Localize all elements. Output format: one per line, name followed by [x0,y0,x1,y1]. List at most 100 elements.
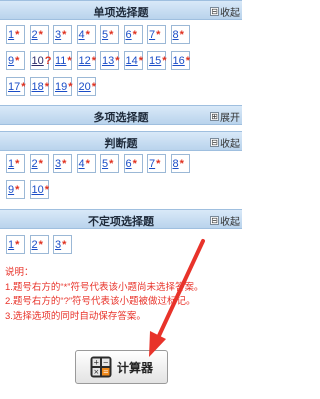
question-status-mark: * [156,28,161,41]
question-number: 2 [31,28,38,41]
question-number: 1 [8,28,15,41]
question-status-mark: * [44,183,50,196]
question-number-button[interactable]: 19 * [53,77,73,96]
section-header-single-choice: 单项选择题 ⊟ 收起 [0,0,242,20]
question-status-mark: * [44,80,50,93]
question-number-button[interactable]: 2 * [29,154,49,173]
question-number-button[interactable]: 4 * [76,25,96,44]
question-number-button[interactable]: 1 * [6,154,25,173]
question-number: 10 [31,183,44,196]
calculator-label: 计算器 [116,360,153,375]
toggle-label: 收起 [220,139,240,150]
question-number: 10 [31,54,44,67]
question-status-mark: * [185,54,191,67]
question-number: 17 [8,80,21,93]
question-status-mark: * [132,157,137,170]
question-number: 13 [102,54,115,67]
svg-text:+: + [93,359,99,367]
question-number-button[interactable]: 6 * [123,154,143,173]
question-number-button[interactable]: 15 * [147,51,167,70]
question-status-mark: * [179,157,184,170]
question-number-button[interactable]: 11 * [53,51,72,70]
question-number-button[interactable]: 7 * [147,25,166,44]
question-number-button[interactable]: 3 * [53,154,72,173]
question-number: 4 [78,28,85,41]
question-number: 1 [8,157,15,170]
expand-icon: ⊞ [210,112,219,121]
question-number: 9 [8,54,15,67]
question-number-button[interactable]: 16 * [170,51,191,70]
question-number-button[interactable]: 8 * [170,154,190,173]
question-number-button[interactable]: 3 * [53,235,72,254]
question-number: 19 [55,80,68,93]
question-status-mark: * [132,28,137,41]
notes-line-2: 2.题号右方的“?”符号代表该小题被做过标记。 [5,296,196,307]
question-number-button[interactable]: 10? [29,51,51,70]
question-status-mark: * [15,238,20,251]
question-number-button[interactable]: 1 * [6,235,25,254]
question-number: 8 [172,157,179,170]
question-number: 2 [31,157,38,170]
question-number: 5 [102,28,109,41]
question-status-mark: * [68,80,73,93]
question-number-button[interactable]: 1 * [6,25,25,44]
question-number-button[interactable]: 5 * [100,154,119,173]
svg-text:−: − [103,359,109,367]
question-status-mark: * [179,28,184,41]
question-status-mark: * [62,28,67,41]
question-number-button[interactable]: 13 * [100,51,120,70]
question-number-button[interactable]: 3 * [53,25,72,44]
question-number-button[interactable]: 6 * [123,25,143,44]
notes-heading: 说明： [5,267,34,278]
question-number: 7 [149,157,156,170]
question-number-button[interactable]: 20 * [76,77,97,96]
question-status-mark: * [38,238,43,251]
section-header-multiple-choice: 多项选择题 ⊞ 展开 [0,105,242,125]
question-number: 3 [55,157,62,170]
collapse-toggle-single-choice[interactable]: ⊟ 收起 [210,4,240,19]
question-status-mark: * [85,28,90,41]
section-title: 不定项选择题 [88,215,154,228]
question-status-mark: * [109,28,114,41]
question-status-mark: * [115,54,120,67]
question-status-mark: * [38,157,43,170]
question-status-mark: * [38,28,43,41]
question-number-button[interactable]: 18 * [29,77,50,96]
question-number: 15 [149,54,162,67]
question-number-button[interactable]: 17 * [6,77,26,96]
toggle-label: 展开 [220,113,240,124]
question-number-button[interactable]: 5 * [100,25,119,44]
question-status-mark: * [62,238,67,251]
question-number-button[interactable]: 4 * [76,154,96,173]
section-header-indefinite-choice: 不定项选择题 ⊟ 收起 [0,209,242,229]
question-number-button[interactable]: 9 * [6,51,25,70]
notes-line-3: 3.选择选项的同时自动保存答案。 [5,310,146,322]
question-number-button[interactable]: 2 * [29,25,49,44]
question-number: 1 [8,238,15,251]
toggle-label: 收起 [220,217,240,228]
question-number-button[interactable]: 10 * [29,180,50,199]
question-number: 3 [55,238,62,251]
svg-text:×: × [93,368,99,376]
question-status-mark: * [85,157,90,170]
question-status-mark: * [156,157,161,170]
question-number: 18 [31,80,44,93]
question-number: 2 [31,238,38,251]
collapse-toggle-indefinite-choice[interactable]: ⊟ 收起 [210,213,240,228]
question-number: 14 [125,54,138,67]
question-status-mark: * [21,80,26,93]
question-number-button[interactable]: 9 * [6,180,25,199]
expand-toggle-multiple-choice[interactable]: ⊞ 展开 [210,109,240,124]
question-number: 5 [102,157,109,170]
question-number: 16 [172,54,185,67]
question-number-button[interactable]: 14 * [123,51,143,70]
question-number-button[interactable]: 7 * [147,154,166,173]
question-number-button[interactable]: 2 * [29,235,49,254]
question-number-button[interactable]: 8 * [170,25,190,44]
calculator-button[interactable]: + − × = 计算器 [75,350,168,384]
collapse-toggle-true-false[interactable]: ⊟ 收起 [210,135,240,150]
question-status-mark: * [67,54,72,67]
question-status-mark: * [91,54,97,67]
question-number-button[interactable]: 12 * [76,51,97,70]
question-status-mark: * [91,80,97,93]
